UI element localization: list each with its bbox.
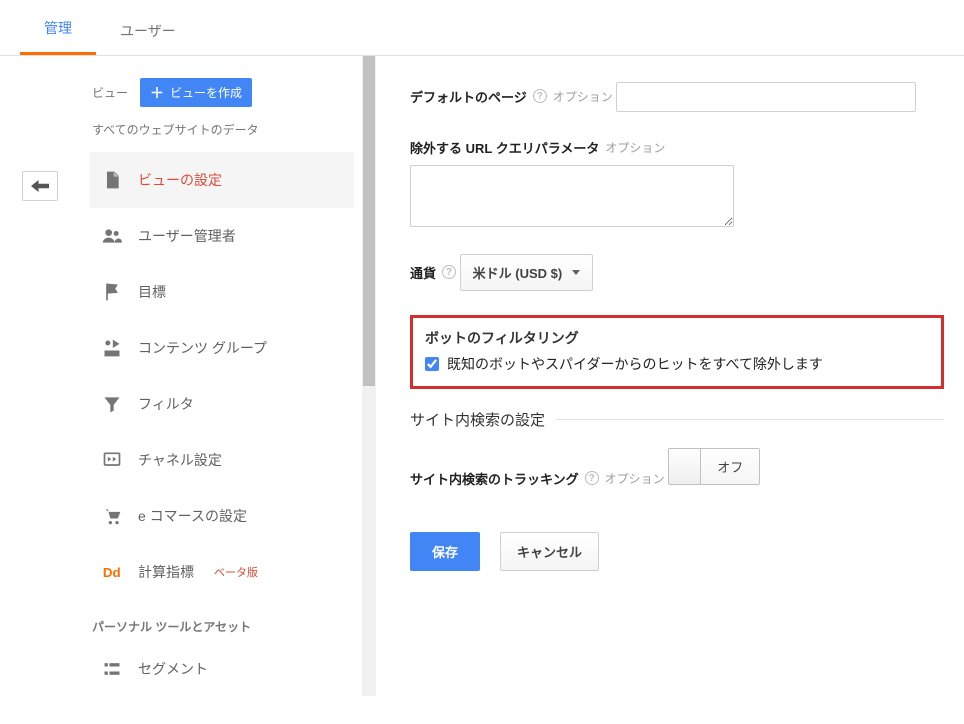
- menu-label: フィルタ: [138, 394, 194, 414]
- menu-channel-settings[interactable]: チャネル設定: [90, 432, 354, 488]
- bot-filter-checkbox-label: 既知のボットやスパイダーからのヒットをすべて除外します: [447, 354, 823, 374]
- site-search-heading-text: サイト内検索の設定: [410, 409, 545, 430]
- cart-icon: [102, 506, 122, 526]
- site-search-heading: サイト内検索の設定: [410, 409, 944, 430]
- help-icon[interactable]: ?: [533, 89, 547, 103]
- menu-segments[interactable]: セグメント: [90, 641, 354, 697]
- segment-icon: [102, 659, 122, 679]
- toggle-state-label: オフ: [701, 449, 759, 484]
- default-page-input[interactable]: [616, 82, 916, 112]
- dd-icon: Dd: [102, 562, 122, 582]
- cancel-button[interactable]: キャンセル: [500, 532, 599, 571]
- site-search-toggle[interactable]: オフ: [668, 448, 760, 485]
- menu-label: チャネル設定: [138, 450, 222, 470]
- field-currency: 通貨 ? 米ドル (USD $): [410, 254, 944, 291]
- bot-filter-checkbox[interactable]: [425, 357, 439, 371]
- scrollbar-thumb[interactable]: [363, 56, 375, 386]
- tab-admin[interactable]: 管理: [20, 2, 96, 55]
- back-arrow-icon: [31, 179, 49, 193]
- optional-label: オプション: [605, 139, 665, 156]
- plus-icon: ＋: [150, 86, 164, 100]
- view-subtitle: すべてのウェブサイトのデータ: [90, 115, 354, 152]
- flag-icon: [102, 282, 122, 302]
- menu-calculated-metrics[interactable]: Dd 計算指標 ベータ版: [90, 544, 354, 600]
- document-icon: [102, 170, 122, 190]
- view-label: ビュー: [92, 84, 128, 101]
- save-button[interactable]: 保存: [410, 532, 480, 571]
- personal-tools-heading: パーソナル ツールとアセット: [90, 600, 354, 641]
- exclude-url-textarea[interactable]: [410, 165, 734, 227]
- currency-select[interactable]: 米ドル (USD $): [460, 254, 594, 291]
- field-exclude-url: 除外する URL クエリパラメータ オプション: [410, 138, 944, 230]
- menu-label: コンテンツ グループ: [138, 338, 267, 358]
- menu-user-management[interactable]: ユーザー管理者: [90, 208, 354, 264]
- back-button[interactable]: [22, 171, 58, 201]
- sidebar-scrollbar[interactable]: [362, 56, 376, 696]
- chevron-down-icon: [572, 270, 580, 275]
- default-page-label: デフォルトのページ: [410, 87, 527, 106]
- people-icon: [102, 226, 122, 246]
- optional-label: オプション: [553, 88, 613, 105]
- bot-filter-checkbox-row[interactable]: 既知のボットやスパイダーからのヒットをすべて除外します: [425, 354, 929, 374]
- menu-label: ユーザー管理者: [138, 226, 236, 246]
- field-default-page: デフォルトのページ ? オプション: [410, 82, 944, 114]
- menu-filters[interactable]: フィルタ: [90, 376, 354, 432]
- field-site-search-tracking: サイト内検索のトラッキング ? オプション オフ: [410, 448, 944, 496]
- channel-icon: [102, 450, 122, 470]
- bot-filter-box: ボットのフィルタリング 既知のボットやスパイダーからのヒットをすべて除外します: [410, 315, 944, 389]
- help-icon[interactable]: ?: [585, 471, 599, 485]
- top-tabs: 管理 ユーザー: [0, 0, 964, 56]
- menu-label: 計算指標: [138, 562, 194, 582]
- content-group-icon: [102, 338, 122, 358]
- create-view-label: ビューを作成: [170, 84, 242, 101]
- menu-goals[interactable]: 目標: [90, 264, 354, 320]
- toggle-handle[interactable]: [669, 449, 701, 484]
- exclude-url-label: 除外する URL クエリパラメータ: [410, 138, 599, 157]
- divider: [555, 419, 944, 420]
- currency-label: 通貨: [410, 263, 436, 282]
- site-search-tracking-label: サイト内検索のトラッキング: [410, 469, 579, 488]
- menu-label: セグメント: [138, 659, 208, 679]
- currency-value: 米ドル (USD $): [473, 263, 563, 282]
- menu-content-groups[interactable]: コンテンツ グループ: [90, 320, 354, 376]
- sidebar: ビュー ＋ ビューを作成 すべてのウェブサイトのデータ ビューの設定 ユーザー管…: [90, 56, 362, 697]
- filter-icon: [102, 394, 122, 414]
- menu-ecommerce[interactable]: e コマースの設定: [90, 488, 354, 544]
- main-content: デフォルトのページ ? オプション 除外する URL クエリパラメータ オプショ…: [362, 56, 964, 697]
- tab-user[interactable]: ユーザー: [96, 5, 200, 55]
- menu-view-settings[interactable]: ビューの設定: [90, 152, 354, 208]
- help-icon[interactable]: ?: [442, 265, 456, 279]
- menu-label: ビューの設定: [138, 170, 222, 190]
- svg-text:Dd: Dd: [103, 565, 121, 580]
- bot-filter-title: ボットのフィルタリング: [425, 328, 929, 348]
- menu-label: 目標: [138, 282, 166, 302]
- beta-badge: ベータ版: [214, 564, 258, 580]
- create-view-button[interactable]: ＋ ビューを作成: [140, 78, 252, 107]
- optional-label: オプション: [605, 470, 665, 487]
- menu-label: e コマースの設定: [138, 506, 247, 526]
